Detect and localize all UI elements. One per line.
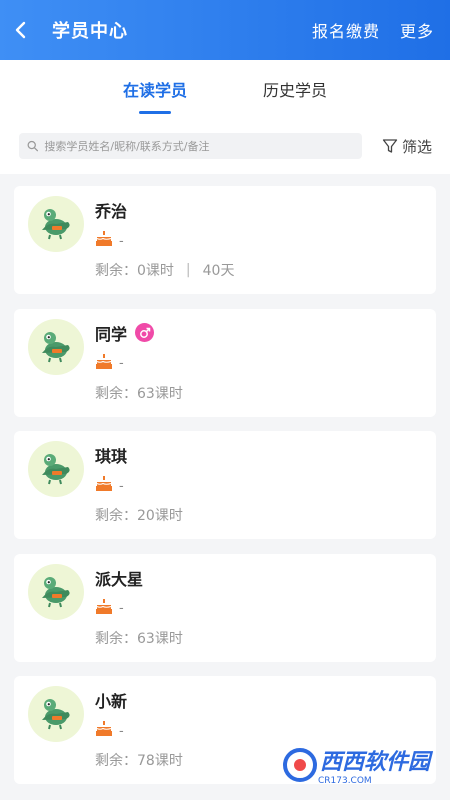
- student-card[interactable]: 琪琪 - 剩余：20课时: [14, 431, 436, 539]
- student-info: 同学 - 剩余：63课时: [95, 319, 183, 407]
- crocodile-avatar-icon: [36, 325, 76, 369]
- student-info: 小新 - 剩余：78课时: [95, 686, 183, 774]
- watermark-logo: 西西软件园 CR173.COM: [282, 744, 430, 786]
- birthday-row: -: [95, 476, 183, 496]
- remaining-row: 剩余：20课时: [95, 505, 183, 525]
- student-name: 派大星: [95, 569, 144, 589]
- cake-icon: [95, 231, 113, 251]
- avatar: [28, 441, 84, 497]
- student-name: 乔治: [95, 202, 128, 221]
- birthday-value: -: [119, 233, 124, 249]
- crocodile-avatar-icon: [36, 692, 76, 736]
- remaining-row: 剩余：0课时 | 40天: [95, 260, 234, 280]
- watermark-text: 西西软件园: [319, 750, 430, 775]
- birthday-value: -: [119, 356, 124, 371]
- cake-icon: [95, 598, 113, 619]
- crocodile-avatar-icon: [36, 447, 76, 491]
- cake-icon: [95, 721, 113, 741]
- male-gender-icon: [135, 323, 155, 342]
- watermark-sub: CR173.COM: [317, 776, 372, 786]
- name-row: 同学: [95, 321, 183, 345]
- student-tabs: 在读学员 历史学员: [0, 60, 450, 118]
- name-row: 派大星: [95, 566, 183, 590]
- name-row: 琪琪: [95, 443, 183, 467]
- filter-label: 筛选: [401, 137, 432, 156]
- search-icon: [27, 140, 39, 152]
- birthday-value: -: [119, 601, 124, 616]
- student-name: 同学: [95, 324, 128, 344]
- enroll-pay-button[interactable]: 报名缴费: [312, 18, 380, 42]
- cake-icon: [95, 476, 113, 496]
- birthday-value: -: [119, 723, 124, 739]
- name-row: 乔治: [95, 198, 234, 222]
- student-name: 琪琪: [95, 447, 128, 466]
- avatar: [28, 686, 84, 742]
- student-card[interactable]: 同学 - 剩余：63课时: [14, 308, 436, 417]
- avatar: [28, 563, 84, 620]
- remaining-days: 40天: [202, 263, 235, 279]
- search-input[interactable]: [44, 139, 354, 153]
- remaining-lessons: 剩余：78课时: [95, 753, 183, 769]
- birthday-value: -: [119, 478, 124, 494]
- tab-current-students[interactable]: 在读学员: [85, 60, 225, 118]
- student-info: 乔治 - 剩余：0课时 | 40天: [95, 196, 234, 284]
- remaining-lessons: 剩余：0课时: [95, 263, 174, 279]
- student-list: 乔治 - 剩余：0课时 | 40天 同学 - 剩余：63课时 琪琪 - 剩余：2…: [0, 174, 450, 784]
- birthday-row: -: [95, 353, 183, 374]
- cake-icon: [95, 353, 113, 374]
- student-card[interactable]: 派大星 - 剩余：63课时: [14, 553, 436, 662]
- avatar: [28, 318, 84, 375]
- more-button[interactable]: 更多: [400, 18, 434, 42]
- logo-icon: [282, 748, 317, 782]
- filter-button[interactable]: 筛选: [382, 136, 432, 157]
- birthday-row: -: [95, 721, 183, 741]
- student-info: 琪琪 - 剩余：20课时: [95, 441, 183, 529]
- funnel-icon: [382, 139, 398, 153]
- remaining-lessons: 剩余：63课时: [95, 385, 183, 402]
- avatar: [28, 196, 84, 252]
- page-title: 学员中心: [52, 21, 128, 42]
- divider: |: [185, 262, 191, 278]
- search-bar-row: 筛选: [0, 118, 450, 174]
- remaining-lessons: 剩余：20课时: [95, 508, 183, 524]
- app-header: 学员中心 报名缴费 更多: [0, 0, 450, 60]
- birthday-row: -: [95, 231, 234, 251]
- tab-label: 历史学员: [262, 81, 327, 100]
- search-box[interactable]: [19, 133, 362, 159]
- chevron-left-icon: [15, 21, 26, 39]
- tab-past-students[interactable]: 历史学员: [225, 60, 365, 118]
- crocodile-avatar-icon: [36, 202, 76, 246]
- birthday-row: -: [95, 598, 183, 619]
- student-card[interactable]: 乔治 - 剩余：0课时 | 40天: [14, 186, 436, 294]
- remaining-row: 剩余：63课时: [95, 383, 183, 403]
- student-info: 派大星 - 剩余：63课时: [95, 564, 183, 652]
- name-row: 小新: [95, 688, 183, 712]
- back-button[interactable]: [14, 14, 46, 46]
- remaining-row: 剩余：63课时: [95, 628, 183, 648]
- student-name: 小新: [95, 692, 128, 711]
- remaining-row: 剩余：78课时: [95, 750, 183, 770]
- tab-label: 在读学员: [122, 81, 187, 100]
- crocodile-avatar-icon: [36, 570, 76, 614]
- remaining-lessons: 剩余：63课时: [95, 630, 183, 647]
